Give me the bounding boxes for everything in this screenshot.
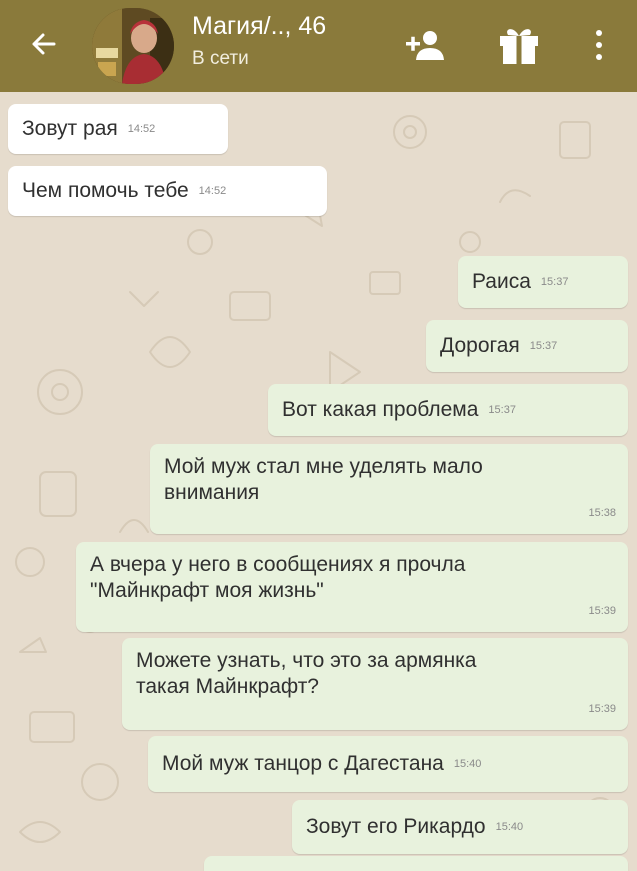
outgoing-message-bubble[interactable]: Зовут его Рикардо 15:40 [292, 800, 628, 854]
outgoing-message-bubble[interactable] [204, 856, 628, 871]
outgoing-message-bubble[interactable]: Дорогая 15:37 [426, 320, 628, 372]
incoming-message-bubble[interactable]: Чем помочь тебе 14:52 [8, 166, 327, 216]
message-list[interactable]: Зовут рая 14:52 Чем помочь тебе 14:52 Раиса 1… [0, 92, 637, 871]
message-text: Вот какая проблема [282, 398, 479, 421]
message-text: Зовут рая [22, 117, 118, 140]
add-contact-button[interactable] [404, 28, 444, 62]
message-text: Раиса [472, 270, 531, 293]
outgoing-message-bubble[interactable]: Вот какая проблема 15:37 [268, 384, 628, 436]
message-time: 15:39 [588, 605, 616, 617]
back-button[interactable] [24, 24, 68, 64]
contact-name[interactable]: Магия/.., 46 [192, 12, 326, 41]
gift-icon [500, 29, 538, 64]
outgoing-message-bubble[interactable]: Мой муж стал мне уделять мало внимания 15… [150, 444, 628, 534]
message-time: 15:40 [495, 821, 524, 833]
arrow-left-icon [32, 33, 56, 55]
message-time: 15:38 [588, 507, 616, 519]
avatar[interactable] [92, 8, 174, 84]
outgoing-message-bubble[interactable]: Можете узнать, что это за армянка такая … [122, 638, 628, 730]
message-text: Дорогая [440, 334, 520, 357]
outgoing-message-bubble[interactable]: Мой муж танцор с Дагестана 15:40 [148, 736, 628, 792]
chat-header: Магия/.., 46 В сети [0, 0, 637, 92]
message-time: 15:37 [529, 340, 558, 352]
outgoing-message-bubble[interactable]: А вчера у него в сообщениях я прочла "Ма… [76, 542, 628, 632]
message-time: 15:37 [540, 276, 569, 288]
message-time: 15:37 [488, 404, 516, 416]
gift-button[interactable] [496, 24, 542, 66]
message-text: Мой муж стал мне уделять мало внимания [164, 455, 483, 504]
message-time: 15:40 [453, 758, 482, 770]
message-text: Мой муж танцор с Дагестана [162, 752, 444, 775]
contact-status: В сети [192, 48, 249, 69]
message-time: 14:52 [127, 123, 156, 135]
message-time: 14:52 [198, 185, 227, 197]
avatar-image [92, 8, 174, 84]
incoming-message-bubble[interactable]: Зовут рая 14:52 [8, 104, 228, 154]
message-text: Чем помочь тебе [22, 179, 189, 202]
message-text: Можете узнать, что это за армянка такая … [136, 649, 477, 698]
message-text: А вчера у него в сообщениях я прочла "Ма… [90, 553, 466, 602]
more-options-button[interactable] [586, 22, 612, 68]
message-text: Зовут его Рикардо [306, 815, 486, 838]
message-time: 15:39 [588, 703, 616, 715]
outgoing-message-bubble[interactable]: Раиса 15:37 [458, 256, 628, 308]
more-vert-icon [596, 30, 602, 60]
person-add-icon [406, 31, 444, 60]
